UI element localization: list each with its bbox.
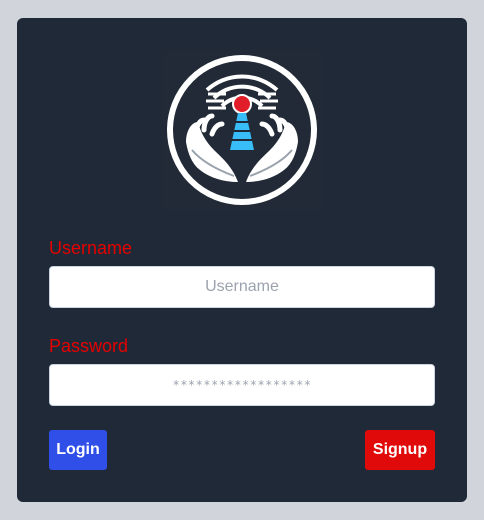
username-label: Username (49, 238, 133, 258)
username-input[interactable] (50, 266, 434, 308)
app-logo (162, 50, 322, 210)
login-button[interactable]: Login (49, 430, 107, 470)
radio-tower-hands-icon (167, 55, 317, 205)
password-label: Password (49, 336, 129, 356)
login-card: Username Password Login Signup (17, 18, 467, 502)
password-input[interactable] (50, 364, 434, 406)
password-field-wrapper (49, 364, 435, 406)
username-field-wrapper (49, 266, 435, 308)
signup-button[interactable]: Signup (365, 430, 435, 470)
